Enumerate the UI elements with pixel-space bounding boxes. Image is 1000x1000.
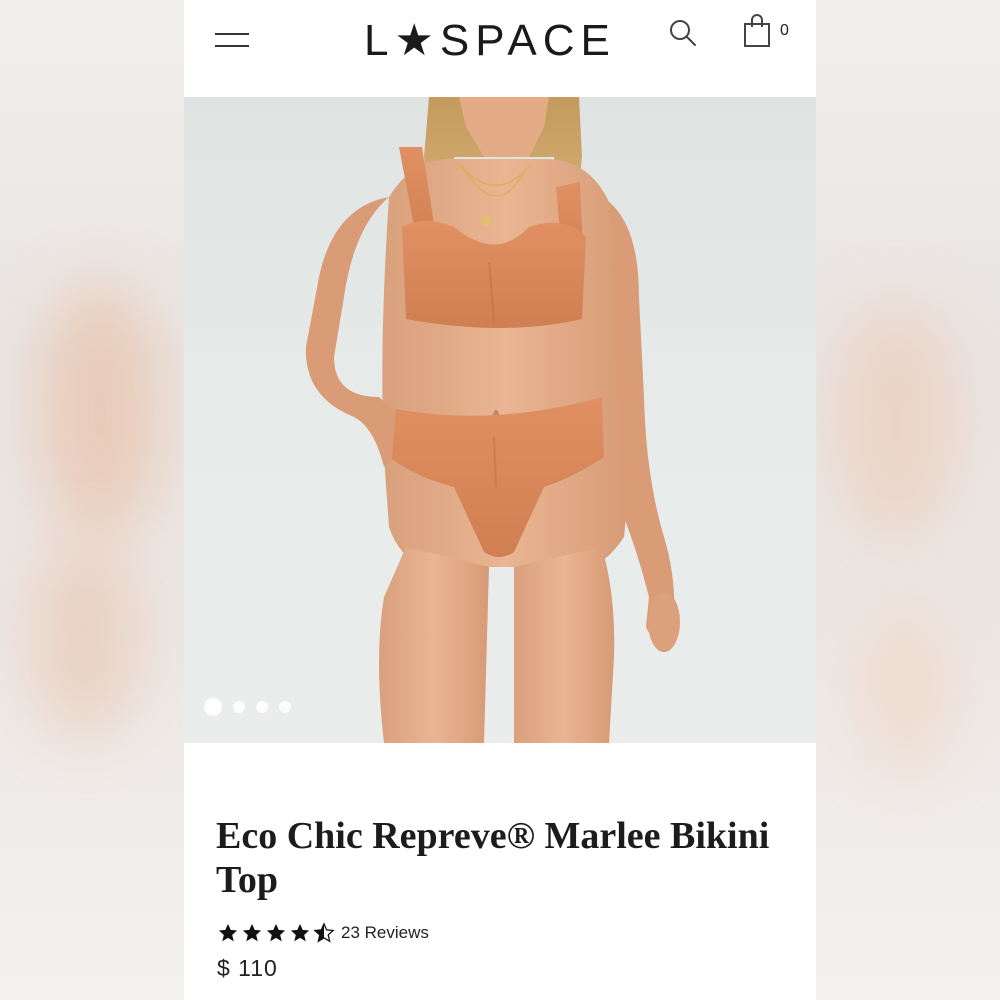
right-blurred-backdrop xyxy=(816,0,1000,1000)
star-filled-icon xyxy=(218,923,238,942)
product-price: $ 110 xyxy=(217,955,278,981)
product-image-gallery[interactable] xyxy=(184,97,816,743)
brand-logo[interactable]: L★SPACE xyxy=(364,16,614,66)
star-filled-icon xyxy=(266,923,286,942)
hamburger-menu-icon[interactable] xyxy=(215,30,249,50)
search-icon[interactable] xyxy=(668,18,698,48)
gallery-dot-4[interactable] xyxy=(279,701,291,713)
gallery-dot-2[interactable] xyxy=(233,701,245,713)
star-half-icon xyxy=(313,922,335,943)
product-photo xyxy=(305,97,680,743)
star-filled-icon xyxy=(242,923,262,942)
product-rating[interactable]: 23 Reviews xyxy=(217,922,429,944)
product-page: L★SPACE 0 Eco Chic Repreve® Marlee Bikin… xyxy=(184,0,816,1000)
shopping-bag-icon[interactable] xyxy=(743,14,771,48)
gallery-pagination[interactable] xyxy=(204,697,291,717)
product-title: Eco Chic Repreve® Marlee Bikini Top xyxy=(216,815,770,901)
site-header: L★SPACE 0 xyxy=(184,0,816,97)
star-filled-icon xyxy=(290,923,310,942)
gallery-dot-3[interactable] xyxy=(256,701,268,713)
left-blurred-backdrop xyxy=(0,0,184,1000)
gallery-dot-1[interactable] xyxy=(204,698,222,716)
reviews-count-link[interactable]: 23 Reviews xyxy=(341,923,429,943)
cart-count-badge[interactable]: 0 xyxy=(780,22,789,40)
